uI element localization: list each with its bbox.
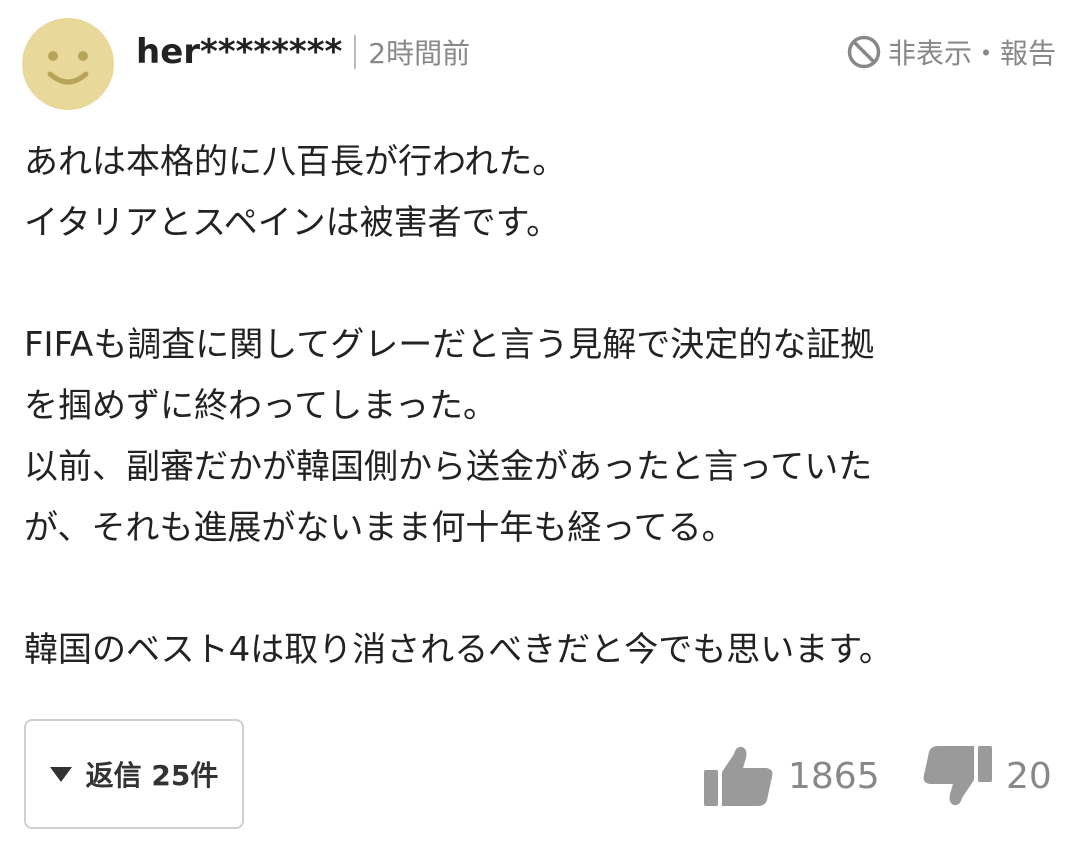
comment-line: 以前、副審だかが韓国側から送金があったと言っていた [24,447,873,487]
replies-count-label: 返信 25件 [85,759,219,792]
like-count: 1865 [788,755,880,797]
dislike-button[interactable]: 20 [922,742,1052,810]
username[interactable]: her******** [136,32,342,72]
comment-line: 韓国のベスト4は取り消されるべきだと今でも思います。 [24,630,893,670]
comment-line: FIFAも調査に関してグレーだと言う見解で決定的な証拠 [24,325,875,365]
dislike-count: 20 [1006,755,1052,797]
comment-header: her******** 2時間前 [136,24,470,80]
avatar[interactable] [22,18,114,110]
comment-line: が、それも進展がないまま何十年も経ってる。 [24,508,736,548]
timestamp: 2時間前 [368,37,471,70]
thumbs-down-icon [923,746,992,806]
hide-report-button[interactable]: 非表示・報告 [846,28,1056,76]
thumbs-up-icon [704,746,773,806]
comment-blank-line [24,254,1060,315]
comment-blank-line [24,559,1060,620]
replies-toggle-button[interactable]: 返信 25件 [24,719,244,829]
hide-report-label: 非表示・報告 [887,37,1056,70]
smiley-avatar-icon [22,18,114,110]
triangle-down-icon [49,766,72,782]
comment-line: イタリアとスペインは被害者です。 [24,203,561,243]
prohibited-icon [847,35,881,69]
comment-line: あれは本格的に八百長が行われた。 [24,142,567,182]
header-divider [354,35,357,69]
comment-body: あれは本格的に八百長が行われた。 イタリアとスペインは被害者です。 FIFAも調… [24,132,1060,681]
comment-line: を掴めずに終わってしまった。 [24,386,497,426]
like-button[interactable]: 1865 [704,742,880,810]
